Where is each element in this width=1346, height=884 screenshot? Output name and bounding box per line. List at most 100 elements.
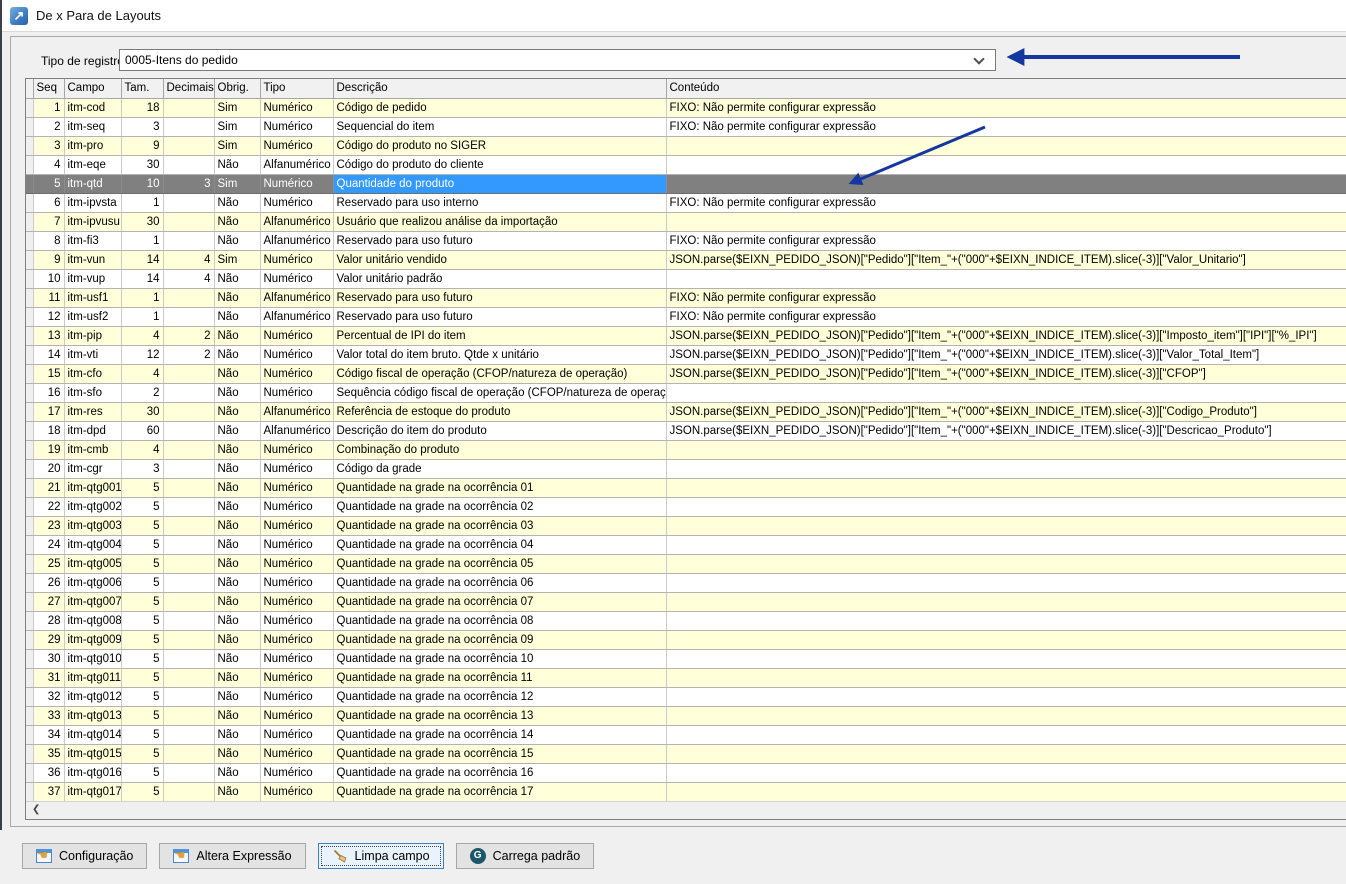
cell-descricao[interactable]: Quantidade na grade na ocorrência 07 [333, 592, 666, 611]
row-gutter[interactable] [26, 630, 33, 649]
row-gutter[interactable] [26, 459, 33, 478]
cell-descricao[interactable]: Reservado para uso futuro [333, 231, 666, 250]
cell-conteudo[interactable] [666, 155, 1346, 174]
cell-conteudo[interactable] [666, 497, 1346, 516]
cell-campo[interactable]: itm-qtg007 [64, 592, 121, 611]
cell-decimais[interactable] [163, 706, 214, 725]
row-gutter[interactable] [26, 364, 33, 383]
cell-conteudo[interactable] [666, 459, 1346, 478]
cell-seq[interactable]: 20 [33, 459, 64, 478]
table-row[interactable]: 3itm-pro9SimNuméricoCódigo do produto no… [26, 136, 1346, 155]
cell-obrig[interactable]: Não [214, 478, 260, 497]
cell-decimais[interactable] [163, 744, 214, 763]
cell-decimais[interactable] [163, 136, 214, 155]
cell-tam[interactable]: 4 [121, 326, 163, 345]
cell-decimais[interactable] [163, 383, 214, 402]
cell-tipo[interactable]: Numérico [260, 668, 333, 687]
cell-seq[interactable]: 22 [33, 497, 64, 516]
cell-decimais[interactable] [163, 592, 214, 611]
row-gutter[interactable] [26, 155, 33, 174]
cell-decimais[interactable] [163, 763, 214, 782]
row-gutter[interactable] [26, 117, 33, 136]
cell-conteudo[interactable] [666, 630, 1346, 649]
cell-campo[interactable]: itm-qtd [64, 174, 121, 193]
cell-seq[interactable]: 24 [33, 535, 64, 554]
table-row[interactable]: 12itm-usf21NãoAlfanuméricoReservado para… [26, 307, 1346, 326]
cell-seq[interactable]: 11 [33, 288, 64, 307]
cell-descricao[interactable]: Quantidade na grade na ocorrência 02 [333, 497, 666, 516]
cell-campo[interactable]: itm-qtg014 [64, 725, 121, 744]
row-gutter[interactable] [26, 421, 33, 440]
row-gutter[interactable] [26, 136, 33, 155]
table-row[interactable]: 26itm-qtg0065NãoNuméricoQuantidade na gr… [26, 573, 1346, 592]
cell-descricao[interactable]: Quantidade na grade na ocorrência 09 [333, 630, 666, 649]
row-gutter[interactable] [26, 193, 33, 212]
cell-descricao[interactable]: Quantidade na grade na ocorrência 11 [333, 668, 666, 687]
table-row[interactable]: 25itm-qtg0055NãoNuméricoQuantidade na gr… [26, 554, 1346, 573]
cell-seq[interactable]: 13 [33, 326, 64, 345]
table-row[interactable]: 32itm-qtg0125NãoNuméricoQuantidade na gr… [26, 687, 1346, 706]
cell-tipo[interactable]: Numérico [260, 744, 333, 763]
cell-tam[interactable]: 14 [121, 269, 163, 288]
cell-obrig[interactable]: Não [214, 554, 260, 573]
cell-conteudo[interactable]: JSON.parse($EIXN_PEDIDO_JSON)["Pedido"][… [666, 250, 1346, 269]
cell-seq[interactable]: 1 [33, 98, 64, 117]
cell-seq[interactable]: 6 [33, 193, 64, 212]
cell-tipo[interactable]: Numérico [260, 383, 333, 402]
row-gutter[interactable] [26, 725, 33, 744]
row-gutter[interactable] [26, 573, 33, 592]
table-row[interactable]: 19itm-cmb4NãoNuméricoCombinação do produ… [26, 440, 1346, 459]
cell-obrig[interactable]: Não [214, 459, 260, 478]
cell-decimais[interactable] [163, 421, 214, 440]
cell-obrig[interactable]: Não [214, 611, 260, 630]
row-gutter[interactable] [26, 250, 33, 269]
cell-obrig[interactable]: Não [214, 497, 260, 516]
cell-obrig[interactable]: Sim [214, 117, 260, 136]
cell-tipo[interactable]: Numérico [260, 250, 333, 269]
cell-descricao[interactable]: Reservado para uso interno [333, 193, 666, 212]
cell-conteudo[interactable] [666, 763, 1346, 782]
cell-tam[interactable]: 5 [121, 725, 163, 744]
cell-conteudo[interactable] [666, 611, 1346, 630]
cell-tipo[interactable]: Numérico [260, 706, 333, 725]
cell-campo[interactable]: itm-dpd [64, 421, 121, 440]
cell-conteudo[interactable] [666, 649, 1346, 668]
cell-descricao[interactable]: Quantidade na grade na ocorrência 15 [333, 744, 666, 763]
header-conteudo[interactable]: Conteúdo [666, 79, 1346, 98]
cell-obrig[interactable]: Não [214, 573, 260, 592]
cell-decimais[interactable] [163, 687, 214, 706]
table-row[interactable]: 37itm-qtg0175NãoNuméricoQuantidade na gr… [26, 782, 1346, 801]
cell-tipo[interactable]: Numérico [260, 725, 333, 744]
cell-decimais[interactable] [163, 478, 214, 497]
cell-tam[interactable]: 5 [121, 744, 163, 763]
cell-descricao[interactable]: Valor total do item bruto. Qtde x unitár… [333, 345, 666, 364]
cell-obrig[interactable]: Não [214, 288, 260, 307]
cell-seq[interactable]: 17 [33, 402, 64, 421]
cell-tam[interactable]: 5 [121, 516, 163, 535]
cell-decimais[interactable]: 2 [163, 326, 214, 345]
cell-tam[interactable]: 1 [121, 307, 163, 326]
cell-obrig[interactable]: Não [214, 193, 260, 212]
cell-campo[interactable]: itm-qtg010 [64, 649, 121, 668]
cell-conteudo[interactable] [666, 687, 1346, 706]
horizontal-scrollbar[interactable]: ❮ [26, 801, 1346, 819]
row-gutter[interactable] [26, 497, 33, 516]
row-gutter[interactable] [26, 326, 33, 345]
cell-decimais[interactable] [163, 535, 214, 554]
cell-tipo[interactable]: Numérico [260, 649, 333, 668]
table-row[interactable]: 9itm-vun144SimNuméricoValor unitário ven… [26, 250, 1346, 269]
cell-tipo[interactable]: Numérico [260, 459, 333, 478]
cell-obrig[interactable]: Não [214, 744, 260, 763]
table-row[interactable]: 17itm-res30NãoAlfanuméricoReferência de … [26, 402, 1346, 421]
cell-decimais[interactable] [163, 668, 214, 687]
row-gutter[interactable] [26, 307, 33, 326]
cell-decimais[interactable] [163, 516, 214, 535]
cell-obrig[interactable]: Não [214, 155, 260, 174]
header-obrig[interactable]: Obrig. [214, 79, 260, 98]
table-row[interactable]: 31itm-qtg0115NãoNuméricoQuantidade na gr… [26, 668, 1346, 687]
cell-conteudo[interactable] [666, 383, 1346, 402]
cell-descricao[interactable]: Código da grade [333, 459, 666, 478]
cell-conteudo[interactable] [666, 212, 1346, 231]
cell-tam[interactable]: 5 [121, 497, 163, 516]
cell-seq[interactable]: 19 [33, 440, 64, 459]
